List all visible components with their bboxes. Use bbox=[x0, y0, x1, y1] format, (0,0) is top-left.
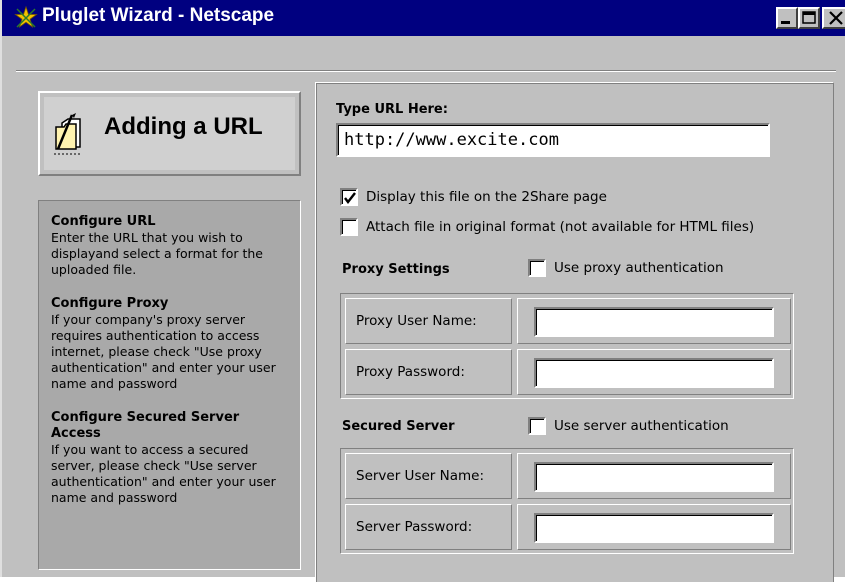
attach-original-checkbox[interactable] bbox=[340, 218, 358, 236]
step-title: Adding a URL bbox=[104, 113, 263, 141]
display-on-2share-checkbox[interactable] bbox=[340, 188, 358, 206]
attach-original-label: Attach file in original format (not avai… bbox=[366, 219, 754, 235]
close-button[interactable] bbox=[822, 7, 845, 29]
server-credentials-grid: Server User Name: Server Password: bbox=[340, 448, 794, 554]
server-password-input[interactable] bbox=[534, 513, 774, 543]
top-separator bbox=[16, 70, 836, 72]
help-section-url: Configure URL Enter the URL that you wis… bbox=[51, 214, 292, 278]
url-label: Type URL Here: bbox=[336, 102, 448, 117]
use-proxy-auth-label: Use proxy authentication bbox=[554, 260, 724, 276]
server-user-name-cell bbox=[517, 453, 791, 499]
minimize-icon bbox=[778, 9, 796, 27]
help-panel: Configure URL Enter the URL that you wis… bbox=[38, 200, 301, 570]
window-title: Pluglet Wizard - Netscape bbox=[42, 5, 274, 27]
checkmark-icon bbox=[343, 191, 357, 205]
use-server-auth-label: Use server authentication bbox=[554, 418, 729, 434]
help-section-proxy: Configure Proxy If your company's proxy … bbox=[51, 296, 292, 392]
server-user-name-input[interactable] bbox=[534, 462, 774, 492]
wizard-step-header: Adding a URL bbox=[38, 91, 301, 176]
wizard-window: Pluglet Wizard - Netscape Adding a URL C… bbox=[0, 0, 845, 577]
proxy-password-label: Proxy Password: bbox=[345, 349, 512, 395]
proxy-credentials-grid: Proxy User Name: Proxy Password: bbox=[340, 293, 794, 399]
help-body: If your company's proxy server requires … bbox=[51, 312, 292, 392]
proxy-user-name-cell bbox=[517, 298, 791, 344]
server-user-name-label: Server User Name: bbox=[345, 453, 512, 499]
server-password-cell bbox=[517, 504, 791, 550]
use-server-auth-checkbox[interactable] bbox=[528, 417, 546, 435]
folder-pen-icon bbox=[52, 109, 88, 157]
close-icon bbox=[826, 9, 845, 27]
minimize-button[interactable] bbox=[776, 7, 798, 29]
display-on-2share-label: Display this file on the 2Share page bbox=[366, 189, 607, 205]
title-bar[interactable]: Pluglet Wizard - Netscape bbox=[2, 0, 845, 36]
proxy-user-name-label: Proxy User Name: bbox=[345, 298, 512, 344]
help-body: If you want to access a secured server, … bbox=[51, 442, 292, 506]
proxy-password-input[interactable] bbox=[534, 358, 774, 388]
netscape-app-icon bbox=[14, 6, 38, 30]
proxy-password-cell bbox=[517, 349, 791, 395]
url-input[interactable] bbox=[336, 123, 770, 157]
help-body: Enter the URL that you wish to displayan… bbox=[51, 230, 292, 278]
proxy-user-name-input[interactable] bbox=[534, 307, 774, 337]
server-password-label: Server Password: bbox=[345, 504, 512, 550]
help-heading: Configure Secured Server Access bbox=[51, 410, 292, 442]
help-heading: Configure URL bbox=[51, 214, 292, 230]
maximize-icon bbox=[800, 9, 818, 27]
maximize-button[interactable] bbox=[798, 7, 820, 29]
help-section-server: Configure Secured Server Access If you w… bbox=[51, 410, 292, 506]
proxy-settings-heading: Proxy Settings bbox=[342, 262, 450, 277]
use-proxy-auth-checkbox[interactable] bbox=[528, 259, 546, 277]
help-heading: Configure Proxy bbox=[51, 296, 292, 312]
secured-server-heading: Secured Server bbox=[342, 419, 455, 434]
